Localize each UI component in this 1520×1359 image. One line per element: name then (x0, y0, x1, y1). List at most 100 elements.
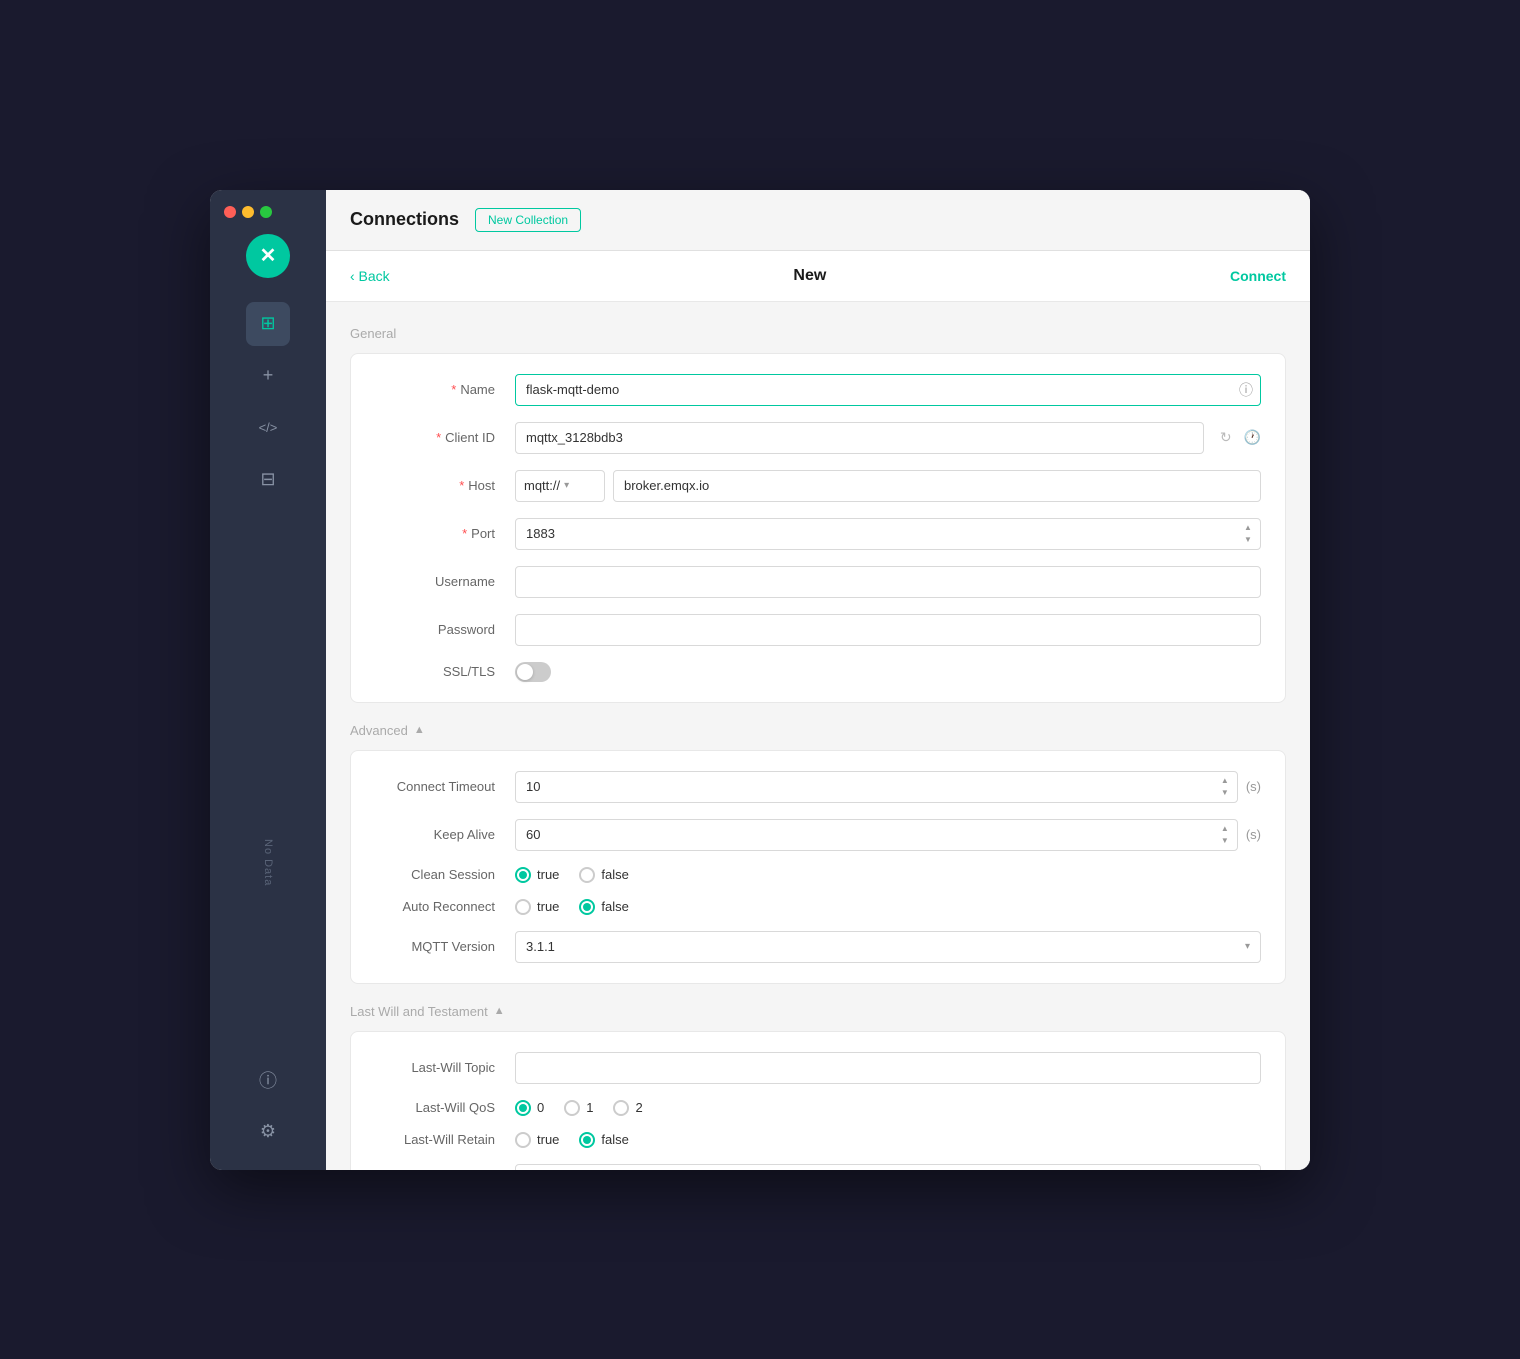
port-decrement-button[interactable]: ▼ (1241, 534, 1255, 546)
last-will-retain-true-radio (515, 1132, 531, 1148)
last-will-qos-label: Last-Will QoS (375, 1100, 515, 1115)
auto-reconnect-false-radio-inner (583, 903, 591, 911)
last-will-topic-label: Last-Will Topic (375, 1060, 515, 1075)
clean-session-false-radio (579, 867, 595, 883)
last-will-qos-2-option[interactable]: 2 (613, 1100, 642, 1116)
keep-alive-input[interactable] (515, 819, 1238, 851)
general-section-label: General (350, 326, 1286, 341)
port-increment-button[interactable]: ▲ (1241, 522, 1255, 534)
keep-alive-unit: (s) (1246, 827, 1261, 842)
no-data-label: No Data (262, 839, 274, 886)
clean-session-radio-group: true false (515, 867, 629, 883)
client-id-history-icon[interactable]: 🕐 (1244, 429, 1261, 446)
connect-button[interactable]: Connect (1230, 268, 1286, 284)
connect-timeout-increment[interactable]: ▲ (1218, 775, 1232, 787)
connect-timeout-wrap: ▲ ▼ (515, 771, 1238, 803)
clean-session-true-option[interactable]: true (515, 867, 559, 883)
ssl-tls-knob (517, 664, 533, 680)
name-input-wrap: ⓘ (515, 374, 1261, 406)
username-input[interactable] (515, 566, 1261, 598)
last-will-qos-radio-group: 0 1 2 (515, 1100, 643, 1116)
name-row: *Name ⓘ (375, 374, 1261, 406)
form-title: New (793, 267, 826, 285)
ssl-tls-toggle[interactable] (515, 662, 551, 682)
last-will-retain-false-radio-inner (583, 1136, 591, 1144)
last-will-retain-true-option[interactable]: true (515, 1132, 559, 1148)
connect-timeout-decrement[interactable]: ▼ (1218, 787, 1232, 799)
last-will-payload-row: Last-Will Payload (375, 1164, 1261, 1170)
sidebar-item-data[interactable]: ⊟ (246, 458, 290, 502)
last-will-card: Last-Will Topic Last-Will QoS 0 (350, 1031, 1286, 1170)
connections-icon: ⊞ (260, 313, 275, 334)
app-window: ✕ ⊞ + </> ⊟ No Data ⓘ ⚙ (210, 190, 1310, 1170)
sidebar-item-info[interactable]: ⓘ (246, 1058, 290, 1102)
advanced-section-label: Advanced (350, 723, 408, 738)
port-input[interactable] (515, 518, 1261, 550)
host-protocol-select[interactable]: mqtt:// ▾ (515, 470, 605, 502)
traffic-light-red[interactable] (224, 206, 236, 218)
connect-timeout-stepper: ▲ ▼ (1218, 775, 1232, 799)
last-will-qos-1-option[interactable]: 1 (564, 1100, 593, 1116)
port-stepper: ▲ ▼ (1241, 522, 1255, 546)
password-input[interactable] (515, 614, 1261, 646)
ssl-tls-label: SSL/TLS (375, 664, 515, 679)
name-label: *Name (375, 382, 515, 397)
auto-reconnect-row: Auto Reconnect true false (375, 899, 1261, 915)
refresh-icon[interactable]: ↻ (1220, 429, 1232, 446)
code-icon: </> (259, 420, 278, 435)
traffic-light-yellow[interactable] (242, 206, 254, 218)
mqtt-version-value: 3.1.1 (526, 939, 555, 954)
sidebar-item-code[interactable]: </> (246, 406, 290, 450)
host-input[interactable] (613, 470, 1261, 502)
auto-reconnect-false-option[interactable]: false (579, 899, 628, 915)
advanced-section-toggle[interactable]: Advanced ▲ (350, 723, 1286, 738)
keep-alive-increment[interactable]: ▲ (1218, 823, 1232, 835)
client-id-actions: ↻ 🕐 (1212, 429, 1261, 446)
last-will-section-toggle[interactable]: Last Will and Testament ▲ (350, 1004, 1286, 1019)
sidebar-item-add[interactable]: + (246, 354, 290, 398)
sidebar-item-settings[interactable]: ⚙ (246, 1110, 290, 1154)
traffic-light-green[interactable] (260, 206, 272, 218)
name-info-icon[interactable]: ⓘ (1239, 380, 1253, 400)
settings-icon: ⚙ (260, 1121, 276, 1142)
auto-reconnect-true-option[interactable]: true (515, 899, 559, 915)
clean-session-true-radio-inner (519, 871, 527, 879)
last-will-retain-radio-group: true false (515, 1132, 629, 1148)
advanced-toggle-arrow: ▲ (414, 724, 425, 736)
last-will-qos-0-option[interactable]: 0 (515, 1100, 544, 1116)
name-input[interactable] (515, 374, 1261, 406)
keep-alive-wrap: ▲ ▼ (515, 819, 1238, 851)
last-will-retain-label: Last-Will Retain (375, 1132, 515, 1147)
last-will-retain-false-option[interactable]: false (579, 1132, 628, 1148)
keep-alive-decrement[interactable]: ▼ (1218, 835, 1232, 847)
port-label: *Port (375, 526, 515, 541)
last-will-topic-input[interactable] (515, 1052, 1261, 1084)
username-label: Username (375, 574, 515, 589)
password-row: Password (375, 614, 1261, 646)
auto-reconnect-true-label: true (537, 899, 559, 914)
clean-session-false-option[interactable]: false (579, 867, 628, 883)
auto-reconnect-label: Auto Reconnect (375, 899, 515, 914)
client-id-required-star: * (436, 430, 441, 445)
data-icon: ⊟ (260, 469, 275, 490)
auto-reconnect-radio-group: true false (515, 899, 629, 915)
last-will-qos-1-radio (564, 1100, 580, 1116)
keep-alive-label: Keep Alive (375, 827, 515, 842)
form-area: ‹ Back New Connect General *Name ⓘ (326, 251, 1310, 1170)
last-will-section-label: Last Will and Testament (350, 1004, 488, 1019)
name-required-star: * (451, 382, 456, 397)
mqtt-version-label: MQTT Version (375, 939, 515, 954)
back-button[interactable]: ‹ Back (350, 268, 390, 284)
sidebar-nav: ⊞ + </> ⊟ (210, 302, 326, 680)
mqtt-version-select[interactable]: 3.1.1 ▾ (515, 931, 1261, 963)
connections-header: Connections New Collection (326, 190, 1310, 251)
client-id-input[interactable] (515, 422, 1204, 454)
clean-session-true-radio (515, 867, 531, 883)
client-id-row: *Client ID ↻ 🕐 (375, 422, 1261, 454)
password-label: Password (375, 622, 515, 637)
new-collection-button[interactable]: New Collection (475, 208, 581, 232)
connect-timeout-input[interactable] (515, 771, 1238, 803)
last-will-payload-input[interactable] (515, 1164, 1261, 1170)
sidebar-item-connections[interactable]: ⊞ (246, 302, 290, 346)
ssl-tls-row: SSL/TLS (375, 662, 1261, 682)
